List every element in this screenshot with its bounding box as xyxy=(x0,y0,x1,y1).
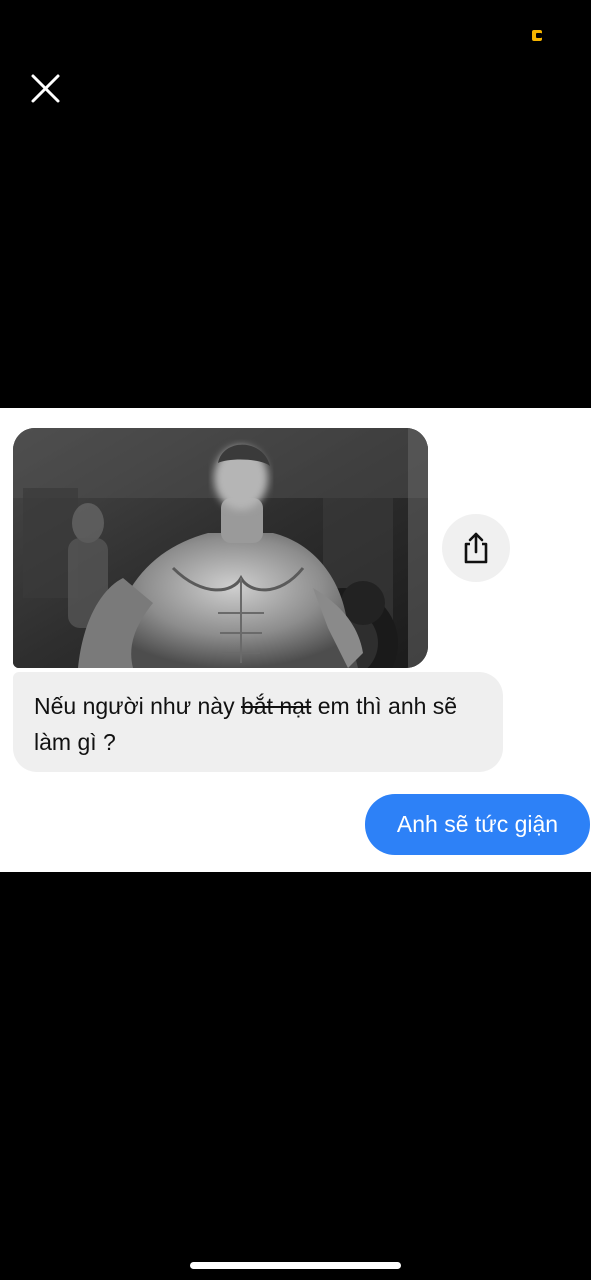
home-indicator[interactable] xyxy=(190,1262,401,1269)
chat-panel: Nếu người như này bắt nạt em thì anh sẽ … xyxy=(0,408,591,872)
share-icon xyxy=(464,532,488,564)
share-button[interactable] xyxy=(442,514,510,582)
photo-image xyxy=(13,428,428,668)
close-button[interactable] xyxy=(26,70,64,108)
message-photo[interactable] xyxy=(13,428,428,668)
status-indicator-icon xyxy=(532,30,542,41)
sent-message-text: Anh sẽ tức giận xyxy=(396,811,559,837)
received-message-text: Nếu người như này xyxy=(34,693,241,719)
sent-message-bubble[interactable]: Anh sẽ tức giận xyxy=(365,794,590,855)
struck-text: bắt nạt xyxy=(241,693,312,719)
close-icon xyxy=(31,74,60,103)
received-message-bubble[interactable]: Nếu người như này bắt nạt em thì anh sẽ … xyxy=(13,672,503,772)
screen: Nếu người như này bắt nạt em thì anh sẽ … xyxy=(0,0,591,1280)
